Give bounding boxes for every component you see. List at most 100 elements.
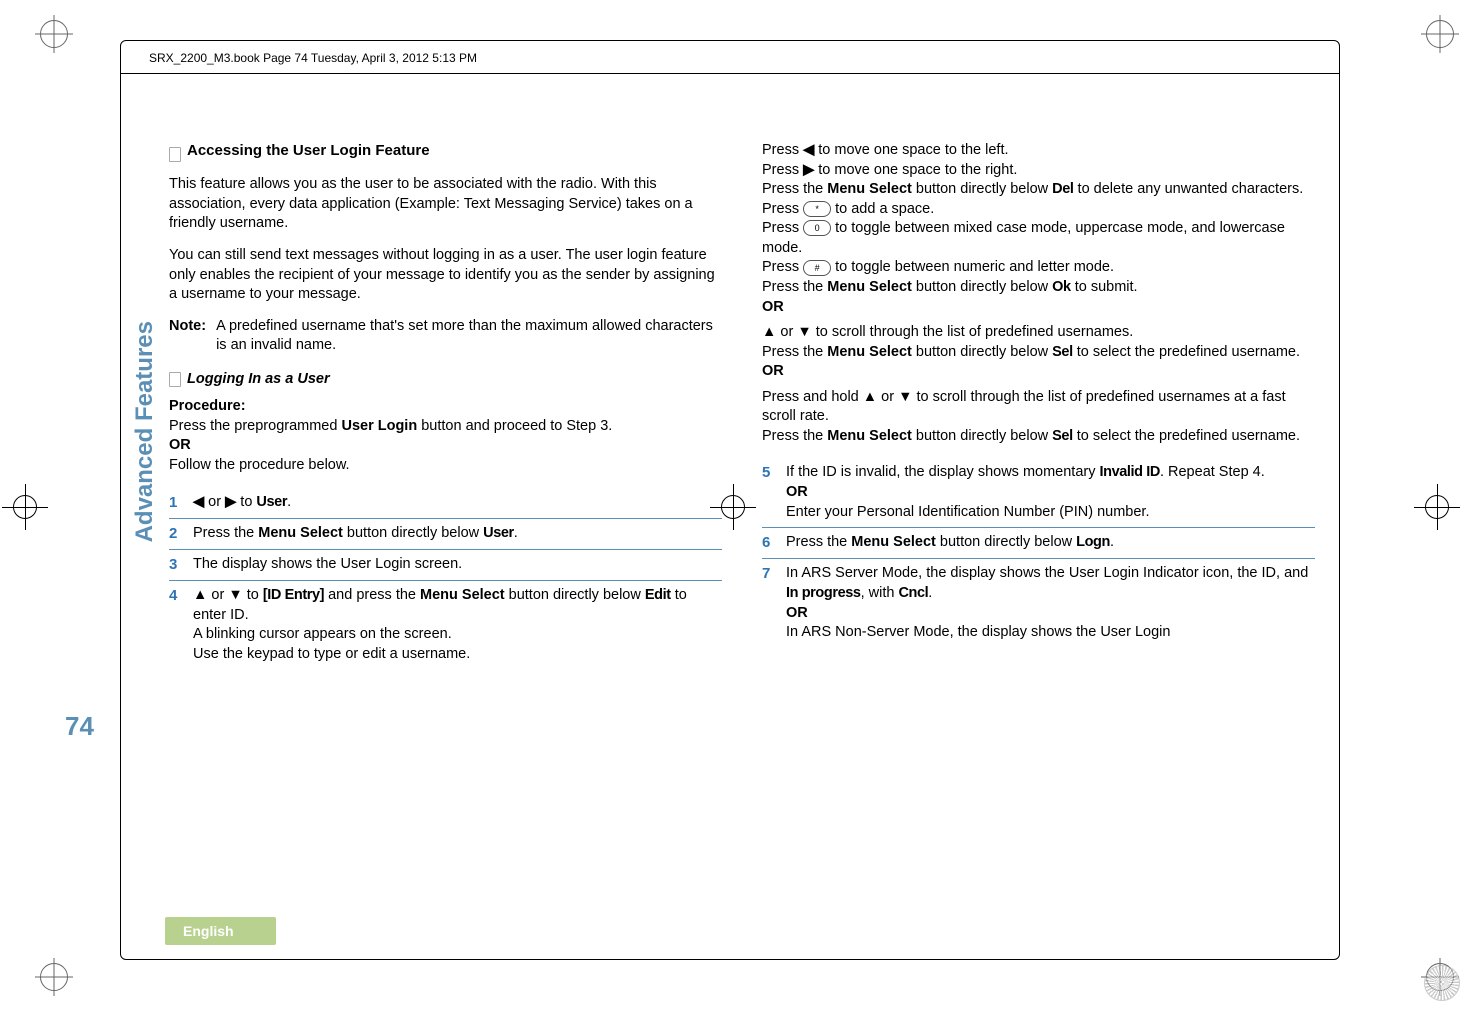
step-row: 6 Press the Menu Select button directly … xyxy=(762,528,1315,559)
text: button directly below xyxy=(936,534,1076,550)
or-divider: OR xyxy=(169,436,722,456)
step-body: ▲ or ▼ to [ID Entry] and press the Menu … xyxy=(193,586,722,664)
down-arrow-icon: ▼ xyxy=(228,587,242,603)
crop-mark xyxy=(2,484,48,530)
header-rule xyxy=(121,73,1339,74)
text: , with xyxy=(861,585,899,601)
step-row: 1 ◀ or ▶ to User. xyxy=(169,488,722,519)
or-divider: OR xyxy=(762,362,1315,382)
heading-logging-in: Logging In as a User xyxy=(187,370,330,390)
keypad-hash-icon: # xyxy=(803,260,831,276)
text: Use the keypad to type or edit a usernam… xyxy=(193,646,470,662)
button-name: Menu Select xyxy=(827,428,912,444)
text: button directly below xyxy=(912,181,1052,197)
button-name: Menu Select xyxy=(827,181,912,197)
step-number: 7 xyxy=(762,564,776,642)
text: to submit. xyxy=(1071,279,1138,295)
left-arrow-icon: ◀ xyxy=(803,142,814,158)
step-number: 3 xyxy=(169,555,183,575)
button-name: Menu Select xyxy=(258,525,343,541)
heading-row: Accessing the User Login Feature xyxy=(169,141,722,167)
text: In ARS Non-Server Mode, the display show… xyxy=(786,624,1170,640)
or-text: OR xyxy=(762,299,784,315)
down-arrow-icon: ▼ xyxy=(898,389,912,405)
ui-label: Ok xyxy=(1052,279,1071,295)
text: If the ID is invalid, the display shows … xyxy=(786,464,1100,480)
step-row: 7 In ARS Server Mode, the display shows … xyxy=(762,559,1315,647)
ui-label: User xyxy=(256,494,287,510)
text: to xyxy=(236,494,256,510)
instruction-line: Press ◀ to move one space to the left. xyxy=(762,141,1315,161)
button-name: Menu Select xyxy=(420,587,505,603)
keypad-zero-icon: 0 xyxy=(803,220,831,236)
procedure-label: Procedure: xyxy=(169,397,722,417)
text: Press and hold xyxy=(762,389,863,405)
step-body: In ARS Server Mode, the display shows th… xyxy=(786,564,1315,642)
text: to toggle between numeric and letter mod… xyxy=(831,259,1114,275)
procedure-intro: Press the preprogrammed User Login butto… xyxy=(169,417,722,437)
step-number: 2 xyxy=(169,524,183,544)
instruction-line: Press 0 to toggle between mixed case mod… xyxy=(762,219,1315,258)
step-number: 1 xyxy=(169,493,183,513)
step-number: 6 xyxy=(762,533,776,553)
step-row: 4 ▲ or ▼ to [ID Entry] and press the Men… xyxy=(169,581,722,669)
step-body: Press the Menu Select button directly be… xyxy=(193,524,722,544)
registration-mark xyxy=(1424,965,1460,1001)
ui-label: Del xyxy=(1052,181,1073,197)
up-arrow-icon: ▲ xyxy=(193,587,207,603)
ui-label: Edit xyxy=(645,587,671,603)
instruction-line: Press the Menu Select button directly be… xyxy=(762,427,1315,447)
left-column: Accessing the User Login Feature This fe… xyxy=(169,141,722,670)
text: Press xyxy=(762,201,803,217)
text: to select the predefined username. xyxy=(1073,344,1300,360)
note-block: Note: A predefined username that's set m… xyxy=(169,317,722,356)
ui-label: Sel xyxy=(1052,344,1073,360)
keypad-star-icon: * xyxy=(803,201,831,217)
button-name: Menu Select xyxy=(827,279,912,295)
ui-label: Invalid ID xyxy=(1100,464,1160,480)
text: and press the xyxy=(324,587,420,603)
step-number: 4 xyxy=(169,586,183,664)
text: . xyxy=(1110,534,1114,550)
text: button directly below xyxy=(912,279,1052,295)
text: Press the xyxy=(762,344,827,360)
up-arrow-icon: ▲ xyxy=(863,389,877,405)
body-paragraph: You can still send text messages without… xyxy=(169,246,722,305)
text: Press the xyxy=(762,428,827,444)
step-body: If the ID is invalid, the display shows … xyxy=(786,463,1315,522)
step-row: 5 If the ID is invalid, the display show… xyxy=(762,458,1315,528)
text: Enter your Personal Identification Numbe… xyxy=(786,504,1149,520)
or-text: OR xyxy=(762,363,784,379)
content-columns: Accessing the User Login Feature This fe… xyxy=(169,141,1315,670)
instruction-line: ▲ or ▼ to scroll through the list of pre… xyxy=(762,323,1315,343)
button-name: Menu Select xyxy=(827,344,912,360)
text: to select the predefined username. xyxy=(1073,428,1300,444)
ui-label: Sel xyxy=(1052,428,1073,444)
text: Press xyxy=(762,259,803,275)
document-icon xyxy=(169,372,181,387)
side-section-label: Advanced Features xyxy=(131,321,159,542)
text: . xyxy=(928,585,932,601)
text: button directly below xyxy=(912,344,1052,360)
text: or xyxy=(204,494,225,510)
heading-row: Logging In as a User xyxy=(169,370,722,390)
text: to toggle between mixed case mode, upper… xyxy=(762,220,1285,256)
ui-label: In progress xyxy=(786,585,861,601)
down-arrow-icon: ▼ xyxy=(797,324,811,340)
text: A blinking cursor appears on the screen. xyxy=(193,626,452,642)
text: . Repeat Step 4. xyxy=(1160,464,1265,480)
step-row: 2 Press the Menu Select button directly … xyxy=(169,519,722,550)
text: . xyxy=(514,525,518,541)
text: to delete any unwanted characters. xyxy=(1074,181,1304,197)
button-name: User Login xyxy=(341,418,417,434)
text: button directly below xyxy=(912,428,1052,444)
text: or xyxy=(207,587,228,603)
text: Press the xyxy=(762,181,827,197)
heading-accessing: Accessing the User Login Feature xyxy=(187,141,430,161)
text: to move one space to the left. xyxy=(814,142,1008,158)
instruction-line: Press the Menu Select button directly be… xyxy=(762,180,1315,200)
left-arrow-icon: ◀ xyxy=(193,494,204,510)
text: Press xyxy=(762,142,803,158)
text: In ARS Server Mode, the display shows th… xyxy=(786,565,1308,581)
instruction-line: Press * to add a space. xyxy=(762,200,1315,220)
